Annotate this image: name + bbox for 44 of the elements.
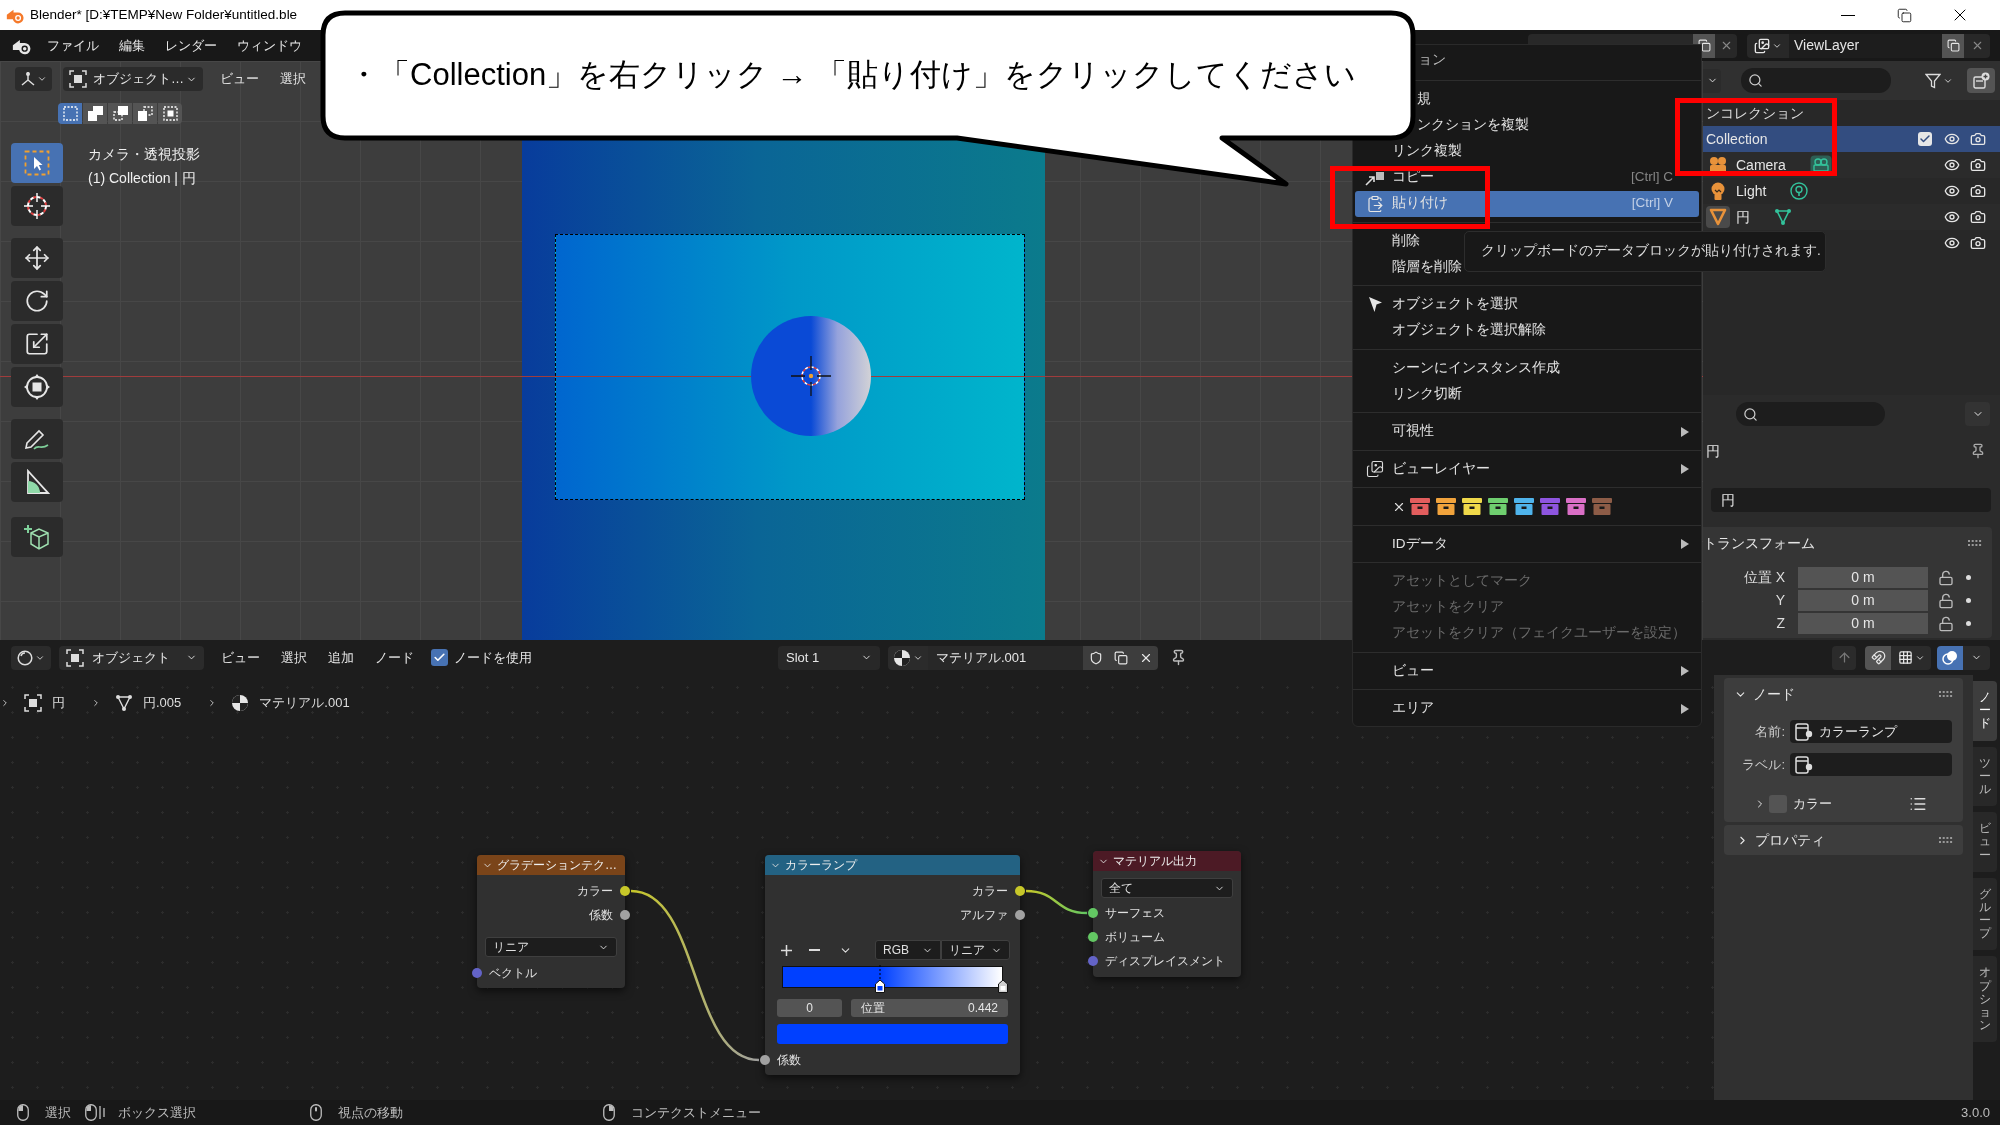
socket-label: カラー bbox=[972, 883, 1008, 900]
checkbox-label: ノードを使用 bbox=[454, 648, 532, 667]
socket-label: アルファ bbox=[960, 907, 1008, 924]
shortcut-hint: [Ctrl] V bbox=[1631, 194, 1673, 213]
status-hint: コンテクストメニュー bbox=[631, 1103, 761, 1122]
outliner-item: Light bbox=[1736, 181, 1767, 201]
viewport-info-text: カメラ・透視投影 bbox=[88, 145, 200, 164]
outliner-item: 円 bbox=[1736, 207, 1750, 227]
callout-text: ・「Collection」を右クリック → 「貼り付け」をクリックしてください bbox=[348, 56, 1357, 95]
socket-label: ボリューム bbox=[1105, 929, 1165, 946]
field-label: Z bbox=[1775, 614, 1785, 633]
socket-label: サーフェス bbox=[1105, 905, 1165, 922]
object-name: 円 bbox=[1705, 441, 1720, 461]
socket-label: ベクトル bbox=[489, 965, 537, 982]
socket-label: 係数 bbox=[777, 1052, 801, 1069]
socket-label: ディスプレイスメント bbox=[1105, 953, 1225, 970]
field-value: 0.442 bbox=[967, 1000, 998, 1017]
tooltip: クリップボードのデータブロックが貼り付けされます. bbox=[1464, 231, 1826, 272]
menu-title: ョン bbox=[1418, 50, 1446, 69]
viewport-info-text: (1) Collection | 円 bbox=[88, 169, 197, 188]
window-title: Blender* [D:¥TEMP¥New Folder¥untitled.ble bbox=[30, 5, 298, 24]
node-title: マテリアル出力 bbox=[1113, 853, 1197, 870]
breadcrumb-item: 円.005 bbox=[143, 694, 182, 713]
outliner-item: Collection bbox=[1705, 129, 1768, 149]
node-title: グラデーションテク… bbox=[497, 857, 617, 874]
checkbox-label: カラー bbox=[1793, 795, 1832, 814]
shortcut-hint: [Ctrl] C bbox=[1631, 168, 1673, 187]
version-label: 3.0.0 bbox=[1961, 1103, 1990, 1122]
panel-title: トランスフォーム bbox=[1703, 533, 1815, 553]
node-title: カラーランプ bbox=[785, 857, 857, 874]
field-label: Y bbox=[1774, 591, 1785, 610]
socket-label: 係数 bbox=[589, 907, 613, 924]
field-label: ラベル: bbox=[1741, 755, 1785, 774]
status-hint: 選択 bbox=[45, 1103, 71, 1122]
outliner-item: ンコレクション bbox=[1705, 103, 1804, 123]
breadcrumb-item: マテリアル.001 bbox=[259, 694, 350, 713]
status-hint: 視点の移動 bbox=[338, 1103, 403, 1122]
field-label: 位置 X bbox=[1742, 568, 1785, 587]
outliner-item: Camera bbox=[1736, 155, 1786, 175]
status-hint: ボックス選択 bbox=[118, 1103, 196, 1122]
breadcrumb-item: 円 bbox=[52, 694, 65, 713]
field-label: 位置 bbox=[861, 1000, 885, 1017]
socket-label: カラー bbox=[577, 883, 613, 900]
field-label: 名前: bbox=[1754, 722, 1785, 741]
